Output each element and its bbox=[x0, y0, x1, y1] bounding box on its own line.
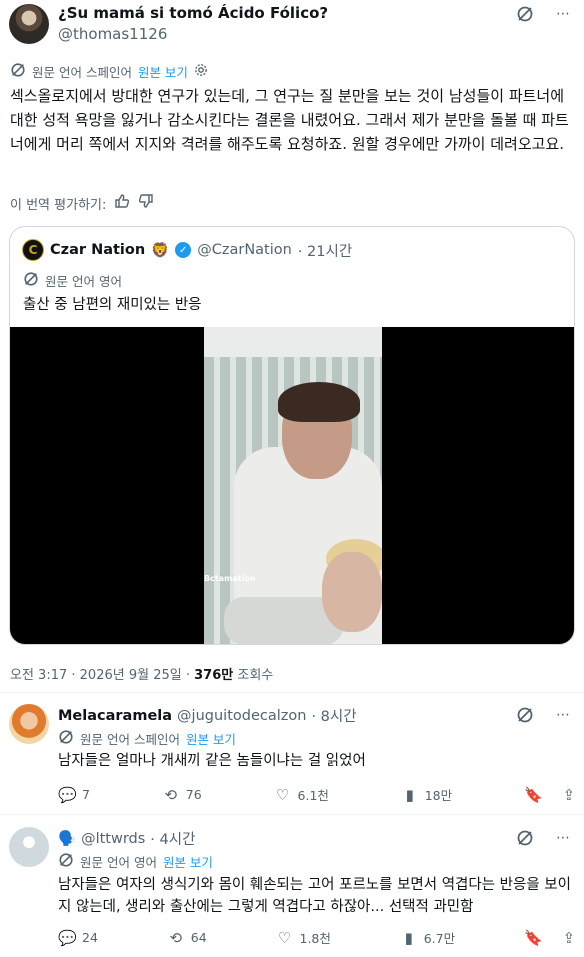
translation-notice: 원문 언어 스페인어 원본 보기 bbox=[10, 62, 208, 81]
repost-count: 76 bbox=[185, 787, 202, 802]
divider bbox=[0, 814, 584, 815]
quote-header: C Czar Nation 🦁 ✓ @CzarNation · 21시간 bbox=[22, 239, 352, 261]
heart-icon: ♡ bbox=[277, 928, 292, 947]
like-button[interactable]: ♡ 1.8천 bbox=[276, 928, 331, 947]
translate-icon bbox=[58, 852, 74, 871]
reply-actions: 💬 24 ⟲ 64 ♡ 1.8천 ▮ 6.7만 🔖 ⇪ bbox=[58, 928, 578, 947]
rate-translation: 이 번역 평가하기: bbox=[10, 193, 154, 213]
views-button[interactable]: ▮ 18만 bbox=[401, 785, 453, 804]
heart-icon: ♡ bbox=[275, 785, 290, 804]
video-woman-head bbox=[322, 552, 382, 632]
post-time[interactable]: 오전 3:17 bbox=[10, 668, 67, 683]
more-options-icon[interactable]: ⋯ bbox=[554, 829, 572, 847]
video-man-hair bbox=[278, 382, 360, 422]
like-button[interactable]: ♡ 6.1천 bbox=[274, 785, 329, 804]
grok-icon[interactable] bbox=[516, 706, 534, 724]
comment-icon: 💬 bbox=[58, 785, 77, 804]
post-body: 섹스올로지에서 방대한 연구가 있는데, 그 연구는 질 분만을 보는 것이 남… bbox=[10, 87, 569, 153]
quote-body: 출산 중 남편의 재미있는 반응 bbox=[23, 297, 202, 313]
quote-author-emoji: 🦁 bbox=[151, 242, 170, 259]
bookmark-button[interactable]: 🔖 bbox=[523, 928, 543, 947]
bookmark-icon: 🔖 bbox=[523, 928, 543, 947]
bookmark-button[interactable]: 🔖 bbox=[523, 785, 543, 804]
translate-icon bbox=[58, 729, 74, 748]
quoted-post[interactable]: C Czar Nation 🦁 ✓ @CzarNation · 21시간 원문 … bbox=[9, 226, 575, 645]
author-avatar[interactable] bbox=[9, 4, 49, 44]
more-options-icon[interactable]: ⋯ bbox=[554, 706, 572, 724]
rate-translation-label: 이 번역 평가하기: bbox=[10, 197, 107, 213]
reply-translated-from-label: 원문 언어 스페인어 bbox=[80, 732, 180, 747]
reply-handle[interactable]: @lttwrds bbox=[81, 831, 145, 847]
quote-time: · 21시간 bbox=[297, 243, 353, 260]
reply-translated-from-label: 원문 언어 영어 bbox=[80, 855, 157, 870]
like-count: 6.1천 bbox=[297, 788, 329, 803]
post-views-label: 조회수 bbox=[237, 668, 274, 683]
quote-author-name: Czar Nation bbox=[50, 242, 146, 258]
more-options-icon[interactable]: ⋯ bbox=[554, 5, 572, 23]
bookmark-icon: 🔖 bbox=[523, 785, 543, 804]
settings-icon[interactable] bbox=[194, 63, 208, 80]
view-original-link[interactable]: 원본 보기 bbox=[138, 62, 188, 81]
reply-button[interactable]: 💬 7 bbox=[58, 785, 90, 804]
reply-header: 🗣️ @lttwrds · 4시간 bbox=[58, 828, 195, 849]
views-chart-icon: ▮ bbox=[404, 928, 413, 947]
views-count: 18만 bbox=[424, 788, 453, 803]
grok-icon[interactable] bbox=[516, 829, 534, 847]
reply-avatar[interactable] bbox=[9, 827, 49, 867]
share-button[interactable]: ⇪ bbox=[560, 785, 578, 804]
share-icon: ⇪ bbox=[562, 928, 576, 947]
reply-count: 24 bbox=[82, 930, 98, 945]
view-original-link[interactable]: 원본 보기 bbox=[186, 729, 236, 748]
divider bbox=[0, 692, 584, 693]
post-views-count: 376만 bbox=[194, 668, 234, 683]
post-meta: 오전 3:17 · 2026년 9월 25일 · 376만 조회수 bbox=[10, 664, 273, 683]
views-chart-icon: ▮ bbox=[405, 785, 414, 804]
grok-icon[interactable] bbox=[516, 5, 534, 23]
repost-icon: ⟲ bbox=[164, 785, 178, 804]
quote-handle: @CzarNation bbox=[197, 242, 292, 258]
repost-button[interactable]: ⟲ 64 bbox=[167, 928, 207, 947]
reply-translation-notice: 원문 언어 스페인어 원본 보기 bbox=[58, 729, 236, 748]
comment-icon: 💬 bbox=[58, 928, 77, 947]
quote-avatar: C bbox=[22, 239, 44, 261]
translated-from-label: 원문 언어 스페인어 bbox=[32, 65, 132, 80]
video-wall bbox=[204, 327, 382, 357]
reply-actions: 💬 7 ⟲ 76 ♡ 6.1천 ▮ 18만 🔖 ⇪ bbox=[58, 785, 578, 804]
reply-body: 남자들은 여자의 생식기와 몸이 훼손되는 고어 포르노를 보면서 역겹다는 반… bbox=[58, 877, 571, 915]
quote-translation-notice: 원문 언어 영어 bbox=[23, 271, 122, 290]
views-button[interactable]: ▮ 6.7만 bbox=[400, 928, 456, 947]
reply-header: Melacaramela @juguitodecalzon · 8시간 bbox=[58, 705, 357, 726]
author-name[interactable]: ¿Su mamá si tomó Ácido Fólico? bbox=[58, 4, 328, 22]
reply-translation-notice: 원문 언어 영어 원본 보기 bbox=[58, 852, 213, 871]
repost-count: 64 bbox=[190, 930, 207, 945]
views-count: 6.7만 bbox=[423, 931, 456, 946]
reply-handle[interactable]: @juguitodecalzon bbox=[177, 708, 306, 724]
view-original-link[interactable]: 원본 보기 bbox=[163, 852, 213, 871]
share-button[interactable]: ⇪ bbox=[560, 928, 578, 947]
reply-author-name[interactable]: Melacaramela bbox=[58, 708, 172, 724]
video-watermark: Bctamation bbox=[204, 574, 256, 583]
reply-author-name[interactable]: 🗣️ bbox=[58, 830, 76, 847]
author-handle[interactable]: @thomas1126 bbox=[58, 25, 167, 43]
share-icon: ⇪ bbox=[562, 785, 576, 804]
verified-badge-icon: ✓ bbox=[175, 242, 192, 258]
quote-translated-from-label: 원문 언어 영어 bbox=[45, 274, 122, 289]
reply-body: 남자들은 얼마나 개새끼 같은 놈들이냐는 걸 읽었어 bbox=[58, 753, 366, 769]
thumbs-up-icon[interactable] bbox=[114, 193, 130, 213]
reply-count: 7 bbox=[82, 787, 90, 802]
reply-time[interactable]: · 8시간 bbox=[311, 705, 356, 726]
repost-button[interactable]: ⟲ 76 bbox=[162, 785, 202, 804]
reply-button[interactable]: 💬 24 bbox=[58, 928, 98, 947]
post-date[interactable]: · 2026년 9월 25일 · bbox=[71, 668, 190, 683]
video-frame: Bctamation bbox=[204, 327, 382, 644]
video-player[interactable]: Bctamation bbox=[10, 327, 574, 644]
reply-time[interactable]: · 4시간 bbox=[150, 828, 195, 849]
repost-icon: ⟲ bbox=[169, 928, 183, 947]
reply-avatar[interactable] bbox=[9, 704, 49, 744]
translate-icon bbox=[10, 62, 26, 81]
like-count: 1.8천 bbox=[299, 931, 331, 946]
thumbs-down-icon[interactable] bbox=[138, 193, 154, 213]
translate-icon bbox=[23, 271, 39, 290]
